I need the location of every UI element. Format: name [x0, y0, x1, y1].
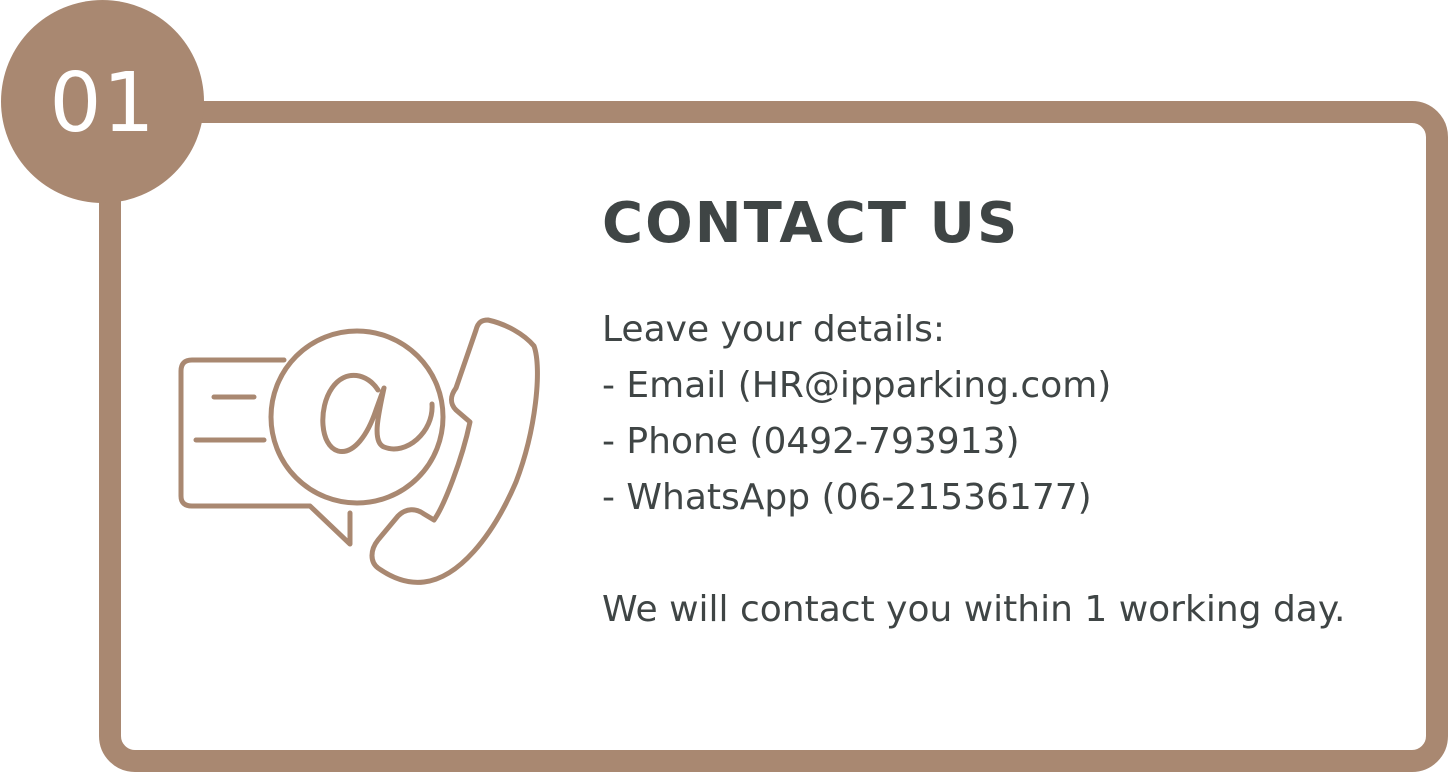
- response-time-note: We will contact you within 1 working day…: [602, 589, 1346, 630]
- email-detail: - Email (HR@ipparking.com): [602, 365, 1112, 406]
- page-title: CONTACT US: [602, 191, 1020, 256]
- email-phone-chat-icon: [178, 317, 540, 585]
- at-sign-icon: [320, 372, 435, 454]
- step-badge: 01: [1, 0, 204, 203]
- details-intro: Leave your details:: [602, 309, 945, 350]
- speech-bubble-icon: [178, 357, 353, 547]
- contact-details: Leave your details: - Email (HR@ipparkin…: [602, 302, 1402, 526]
- phone-detail: - Phone (0492-793913): [602, 421, 1020, 462]
- whatsapp-detail: - WhatsApp (06-21536177): [602, 477, 1092, 518]
- at-circle-icon: [268, 328, 446, 506]
- step-number: 01: [49, 55, 156, 151]
